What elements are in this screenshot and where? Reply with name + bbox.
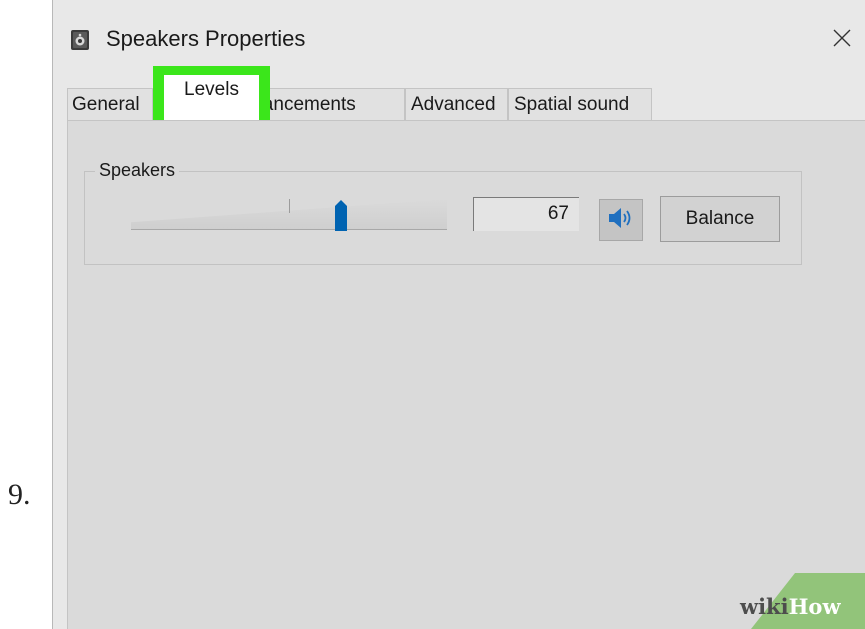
watermark-wiki: wiki <box>740 594 789 619</box>
watermark-how: How <box>788 594 841 619</box>
tab-general[interactable]: General <box>67 88 153 120</box>
slider-thumb[interactable] <box>335 200 347 231</box>
tab-spatial-sound[interactable]: Spatial sound <box>508 88 652 120</box>
balance-button[interactable]: Balance <box>660 196 780 242</box>
slider-tick <box>289 199 290 213</box>
close-icon <box>833 29 851 52</box>
mute-button[interactable] <box>599 199 643 241</box>
speaker-volume-icon <box>607 206 635 235</box>
group-label: Speakers <box>95 160 180 181</box>
step-number: 9. <box>8 478 31 511</box>
speaker-box-icon <box>69 29 91 51</box>
close-button[interactable] <box>818 16 865 64</box>
volume-slider[interactable] <box>131 199 447 231</box>
volume-value-field[interactable]: 67 <box>473 197 579 231</box>
tab-advanced[interactable]: Advanced <box>405 88 508 120</box>
speakers-properties-dialog: Speakers Properties General Enhancements… <box>52 0 865 629</box>
wikihow-watermark: wikiHow <box>740 594 841 619</box>
window-title: Speakers Properties <box>106 26 306 51</box>
speakers-group: Speakers 67 Balance <box>84 160 802 265</box>
levels-panel: Speakers 67 Balance <box>67 120 865 629</box>
